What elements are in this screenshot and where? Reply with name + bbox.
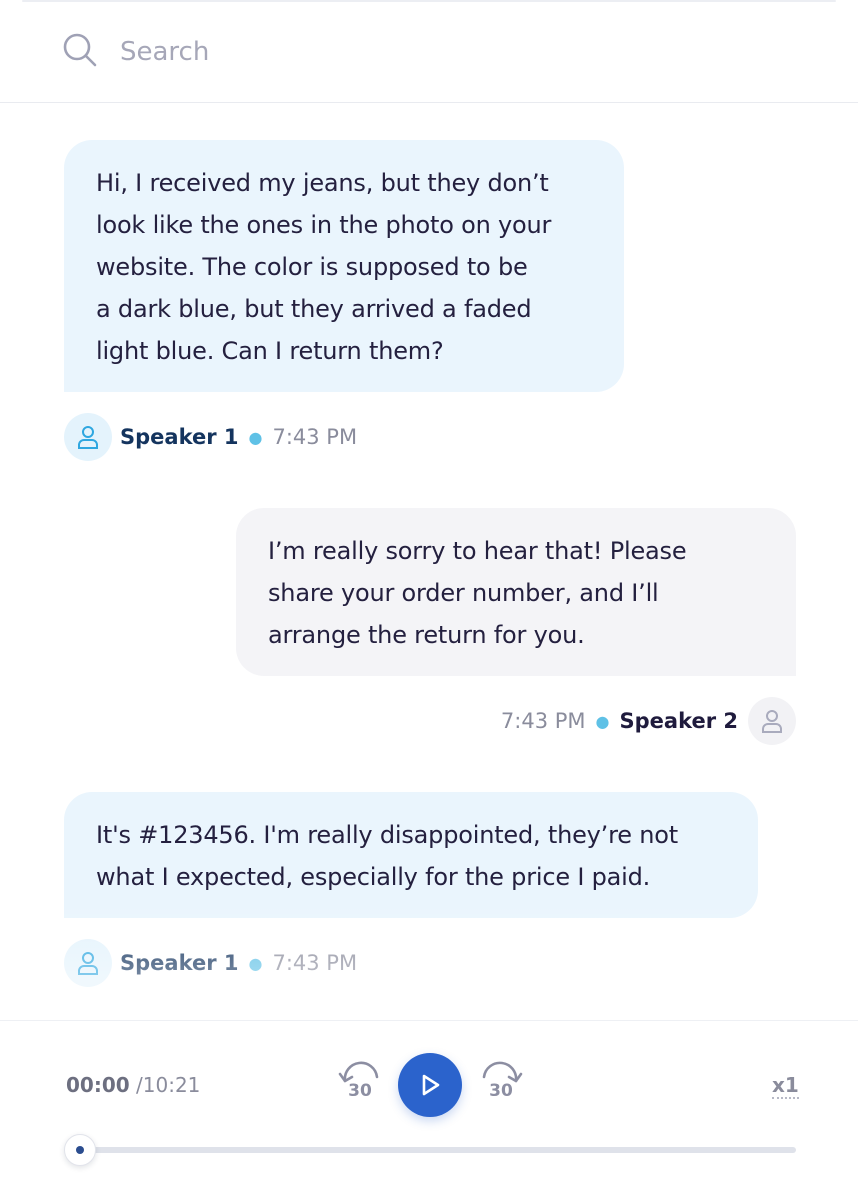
- message-line: share your order number, and I’ll: [268, 579, 659, 607]
- play-button[interactable]: [398, 1053, 462, 1117]
- audio-player: 00:00 /10:21 30 30 x1: [0, 1020, 858, 1200]
- user-icon: [762, 710, 782, 733]
- time-readout: 00:00 /10:21: [66, 1073, 200, 1097]
- message-line: light blue. Can I return them?: [96, 337, 444, 365]
- search-icon[interactable]: [62, 32, 98, 72]
- forward-label: 30: [489, 1081, 513, 1101]
- message-bubble-speaker-1: Hi, I received my jeans, but they don’t …: [64, 140, 624, 392]
- separator-dot: ●: [248, 953, 263, 973]
- transcript-page: Hi, I received my jeans, but they don’t …: [0, 0, 858, 1200]
- rewind-label: 30: [348, 1081, 372, 1101]
- forward-30-button[interactable]: 30: [478, 1061, 524, 1107]
- search-input[interactable]: [120, 37, 720, 67]
- message-line: look like the ones in the photo on your: [96, 211, 552, 239]
- separator-dot: ●: [595, 711, 610, 731]
- message-line: I’m really sorry to hear that! Please: [268, 537, 687, 565]
- user-icon: [78, 426, 98, 449]
- progress-track[interactable]: [80, 1147, 796, 1153]
- playback-speed-button[interactable]: x1: [772, 1075, 799, 1099]
- message-line: website. The color is supposed to be: [96, 253, 528, 281]
- message-line: Hi, I received my jeans, but they don’t: [96, 169, 549, 197]
- speaker-name: Speaker 2: [619, 709, 739, 733]
- message-meta: 7:43 PM ● Speaker 2: [501, 696, 796, 746]
- message-time: 7:43 PM: [500, 709, 586, 733]
- message-line: a dark blue, but they arrived a faded: [96, 295, 532, 323]
- message-line: arrange the return for you.: [268, 621, 585, 649]
- message-time: 7:43 PM: [272, 425, 358, 449]
- avatar: [64, 939, 112, 987]
- speaker-name: Speaker 1: [120, 951, 239, 975]
- separator-dot: ●: [248, 427, 263, 447]
- user-icon: [78, 952, 98, 975]
- play-icon: [422, 1074, 440, 1096]
- avatar: [64, 413, 112, 461]
- total-time: /10:21: [136, 1073, 201, 1097]
- message-meta: Speaker 1 ● 7:43 PM: [64, 938, 357, 988]
- search-bar: [0, 2, 858, 103]
- avatar: [748, 697, 796, 745]
- message-meta: Speaker 1 ● 7:43 PM: [64, 412, 357, 462]
- rewind-30-button[interactable]: 30: [337, 1061, 383, 1107]
- message-bubble-speaker-1: It's #123456. I'm really disappointed, t…: [64, 792, 758, 918]
- current-time: 00:00: [66, 1073, 130, 1097]
- message-line: It's #123456. I'm really disappointed, t…: [96, 821, 678, 849]
- message-line: what I expected, especially for the pric…: [96, 863, 651, 891]
- speaker-name: Speaker 1: [120, 425, 239, 449]
- message-time: 7:43 PM: [272, 951, 358, 975]
- progress-handle[interactable]: [64, 1134, 96, 1166]
- message-bubble-speaker-2: I’m really sorry to hear that! Please sh…: [236, 508, 796, 676]
